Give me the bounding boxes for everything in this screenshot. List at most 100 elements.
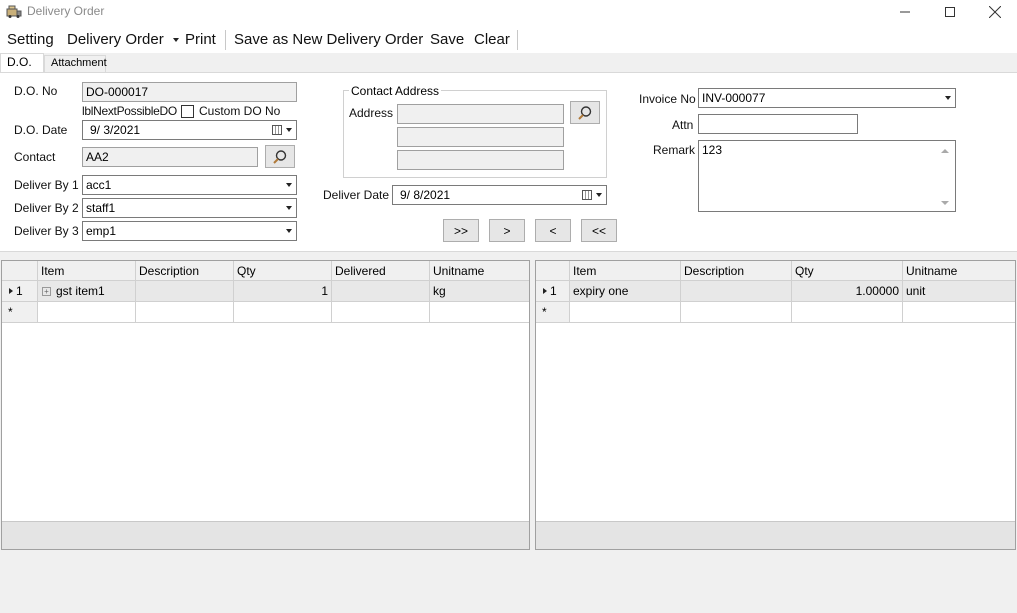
tab-do[interactable]: D.O. <box>0 53 44 73</box>
current-row-icon <box>9 288 13 294</box>
minimize-button[interactable] <box>882 0 928 24</box>
item-cell[interactable]: + gst item1 <box>38 281 136 301</box>
deliver-by3-select[interactable]: emp1 <box>82 221 297 241</box>
address-line1-field[interactable] <box>397 104 564 124</box>
menu-delivery-order[interactable]: Delivery Order <box>67 31 179 48</box>
deliver-by1-select[interactable]: acc1 <box>82 175 297 195</box>
nav-first-button[interactable]: << <box>581 219 617 242</box>
menu-clear[interactable]: Clear <box>474 31 510 48</box>
maximize-icon <box>945 7 955 17</box>
deliver-by1-label: Deliver By 1 <box>14 178 79 192</box>
address-line3-field[interactable] <box>397 150 564 170</box>
custom-do-label: Custom DO No <box>199 104 281 118</box>
maximize-button[interactable] <box>927 0 973 24</box>
search-icon <box>273 149 287 164</box>
nav-last-button[interactable]: >> <box>443 219 479 242</box>
chevron-down-icon <box>596 193 602 197</box>
scroll-down-icon[interactable] <box>941 201 949 205</box>
column-header[interactable]: Unitname <box>903 261 1015 281</box>
empty-cell[interactable] <box>903 302 1015 322</box>
menu-print[interactable]: Print <box>185 31 216 48</box>
delivered-cell[interactable] <box>332 281 430 301</box>
row-header-corner <box>2 261 38 281</box>
calendar-icon <box>582 190 592 200</box>
empty-cell[interactable] <box>234 302 332 322</box>
menu-save[interactable]: Save <box>430 31 464 48</box>
nav-next-button[interactable]: > <box>489 219 525 242</box>
column-header[interactable]: Qty <box>234 261 332 281</box>
empty-cell[interactable] <box>792 302 903 322</box>
item-cell[interactable]: expiry one <box>570 281 681 301</box>
empty-cell[interactable] <box>332 302 430 322</box>
nav-prev-button[interactable]: < <box>535 219 571 242</box>
empty-cell[interactable] <box>136 302 234 322</box>
do-no-field[interactable]: DO-000017 <box>82 82 297 102</box>
deliver-by1-value: acc1 <box>86 178 112 192</box>
custom-do-checkbox[interactable] <box>181 105 194 118</box>
qty-cell[interactable]: 1.00000 <box>792 281 903 301</box>
invoice-no-value: INV-000077 <box>702 91 766 105</box>
empty-cell[interactable] <box>681 302 792 322</box>
description-cell[interactable] <box>136 281 234 301</box>
description-cell[interactable] <box>681 281 792 301</box>
attn-field[interactable] <box>698 114 858 134</box>
new-row[interactable]: * <box>2 302 529 323</box>
right-items-grid[interactable]: Item Description Qty Unitname 1 expiry o… <box>535 260 1016 550</box>
unitname-cell[interactable]: unit <box>903 281 1015 301</box>
do-date-picker[interactable]: 9/ 3/2021 <box>82 120 297 140</box>
column-header[interactable]: Delivered <box>332 261 430 281</box>
column-header[interactable]: Description <box>681 261 792 281</box>
search-icon <box>578 105 592 120</box>
remark-label: Remark <box>653 143 696 157</box>
grid-footer <box>536 521 1015 549</box>
calendar-icon <box>272 125 282 135</box>
expand-icon[interactable]: + <box>42 287 51 297</box>
left-items-grid[interactable]: Item Description Qty Delivered Unitname … <box>1 260 530 550</box>
next-possible-do-label: lblNextPossibleDO <box>82 104 177 118</box>
new-row[interactable]: * <box>536 302 1015 323</box>
current-row-icon <box>543 288 547 294</box>
column-header[interactable]: Unitname <box>430 261 529 281</box>
close-icon <box>989 6 1001 18</box>
empty-cell[interactable] <box>430 302 529 322</box>
contact-field[interactable]: AA2 <box>82 147 258 167</box>
column-header[interactable]: Item <box>570 261 681 281</box>
deliver-by2-label: Deliver By 2 <box>14 201 79 215</box>
scroll-up-icon[interactable] <box>941 149 949 153</box>
app-icon <box>6 4 22 18</box>
new-row-marker: * <box>536 302 570 322</box>
invoice-no-label: Invoice No <box>639 92 696 106</box>
close-button[interactable] <box>972 0 1017 24</box>
chevron-down-icon <box>286 128 292 132</box>
table-row[interactable]: 1 + gst item1 1 kg <box>2 281 529 302</box>
deliver-by2-value: staff1 <box>86 201 116 215</box>
empty-cell[interactable] <box>570 302 681 322</box>
tab-attachment[interactable]: Attachment <box>44 55 107 73</box>
deliver-by2-select[interactable]: staff1 <box>82 198 297 218</box>
invoice-no-select[interactable]: INV-000077 <box>698 88 956 108</box>
contact-search-button[interactable] <box>265 145 295 168</box>
remark-textarea[interactable]: 123 <box>698 140 956 212</box>
address-search-button[interactable] <box>570 101 600 124</box>
chevron-down-icon <box>286 206 292 210</box>
row-header[interactable]: 1 <box>2 281 38 301</box>
address-line2-field[interactable] <box>397 127 564 147</box>
unitname-cell[interactable]: kg <box>430 281 529 301</box>
qty-cell[interactable]: 1 <box>234 281 332 301</box>
item-value: gst item1 <box>56 284 105 298</box>
minimize-icon <box>900 11 910 13</box>
menu-divider <box>517 30 518 50</box>
deliver-date-picker[interactable]: 9/ 8/2021 <box>392 185 607 205</box>
table-row[interactable]: 1 expiry one 1.00000 unit <box>536 281 1015 302</box>
contact-label: Contact <box>14 150 56 164</box>
menu-setting[interactable]: Setting <box>7 31 54 48</box>
column-header[interactable]: Item <box>38 261 136 281</box>
column-header[interactable]: Description <box>136 261 234 281</box>
row-header[interactable]: 1 <box>536 281 570 301</box>
do-no-label: D.O. No <box>14 84 58 98</box>
empty-cell[interactable] <box>38 302 136 322</box>
menu-save-as-new[interactable]: Save as New Delivery Order <box>234 31 423 48</box>
column-header[interactable]: Qty <box>792 261 903 281</box>
chevron-down-icon <box>945 96 951 100</box>
new-row-marker: * <box>2 302 38 322</box>
